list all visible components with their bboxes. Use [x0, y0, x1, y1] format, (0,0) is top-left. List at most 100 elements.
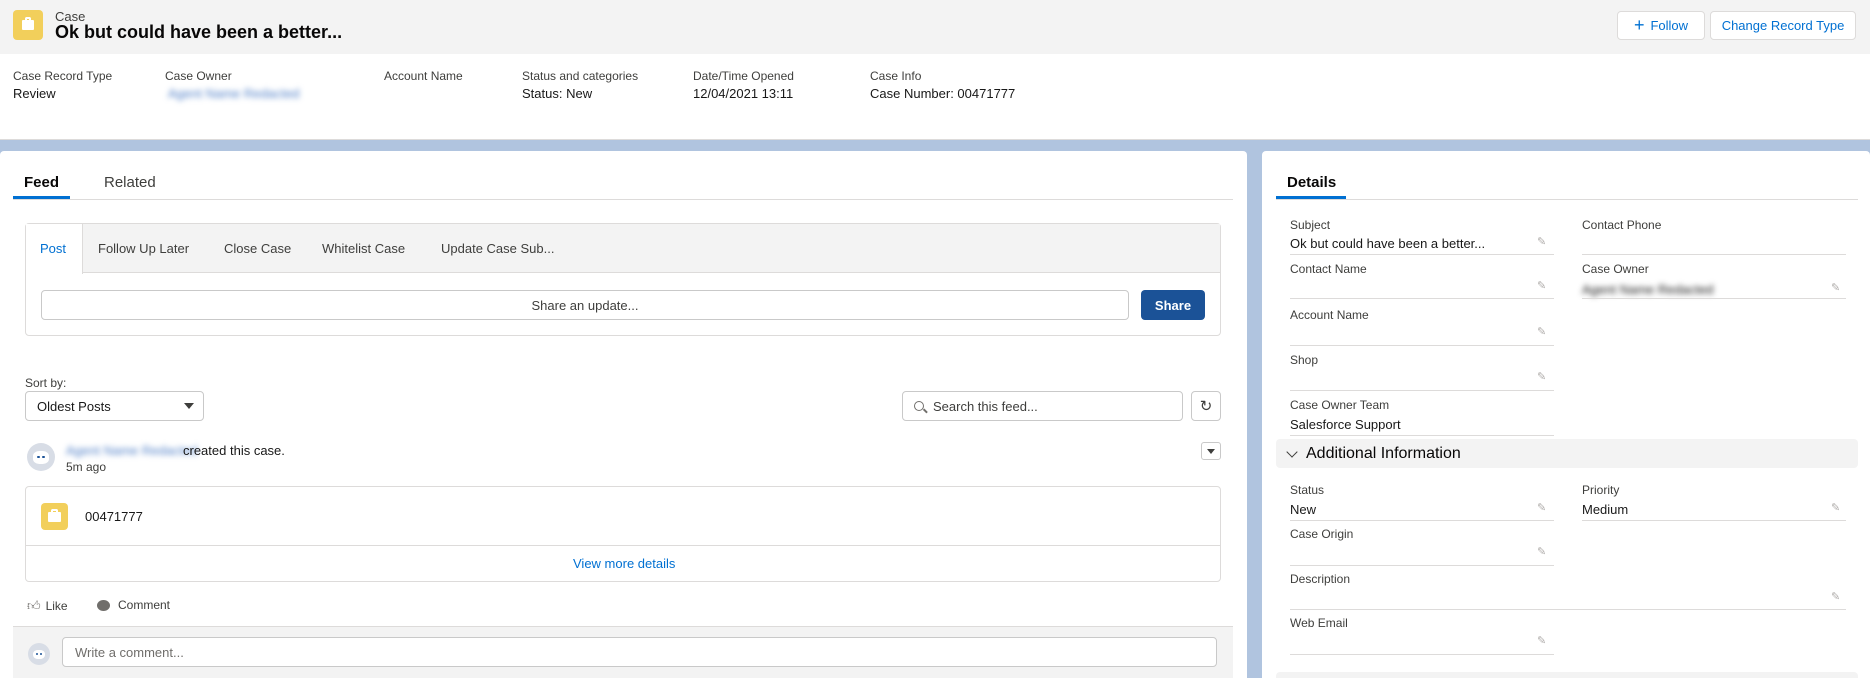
pencil-icon[interactable]: ✎ [1831, 503, 1842, 514]
highlight-value-date-opened: 12/04/2021 13:11 [693, 86, 794, 101]
field-label-web-email: Web Email [1290, 616, 1348, 630]
sort-label: Sort by: [25, 376, 67, 390]
field-label-shop: Shop [1290, 353, 1319, 367]
field-divider [1290, 390, 1554, 391]
field-label-contact-name: Contact Name [1290, 262, 1367, 276]
pencil-icon[interactable]: ✎ [1537, 636, 1548, 647]
card-divider [26, 545, 1220, 546]
post-action-text: created this case. [183, 443, 285, 458]
highlight-label-record-type: Case Record Type [13, 69, 113, 83]
field-divider [1582, 254, 1846, 255]
pencil-icon[interactable]: ✎ [1831, 592, 1842, 603]
sort-select[interactable]: Oldest Posts [25, 391, 204, 421]
like-button[interactable]: 👍︎ Like [27, 598, 68, 614]
field-label-case-owner: Case Owner [1582, 262, 1649, 276]
share-button[interactable]: Share [1141, 290, 1205, 320]
comment-input[interactable]: Write a comment... [62, 637, 1217, 667]
pencil-icon[interactable]: ✎ [1537, 327, 1548, 338]
highlight-label-account-name: Account Name [384, 69, 463, 83]
search-icon [914, 401, 924, 411]
like-icon: 👍︎ [27, 598, 41, 613]
field-divider [1290, 345, 1554, 346]
field-divider [1290, 609, 1846, 610]
field-value-subject: Ok but could have been a better... [1290, 236, 1486, 251]
case-icon [41, 503, 68, 530]
follow-label: Follow [1650, 18, 1689, 33]
field-divider [1290, 254, 1554, 255]
search-feed-placeholder: Search this feed... [933, 398, 1038, 414]
field-label-case-origin: Case Origin [1290, 527, 1354, 541]
post-author-link[interactable]: Agent Name Redacted [66, 443, 198, 458]
post-actions-menu[interactable] [1201, 442, 1221, 460]
field-divider [1582, 298, 1846, 299]
field-value-case-owner[interactable]: Agent Name Redacted [1582, 282, 1714, 297]
pencil-icon[interactable]: ✎ [1831, 283, 1842, 294]
highlight-value-record-type: Review [13, 86, 56, 101]
publisher-tab-close-case[interactable]: Close Case [224, 241, 291, 256]
section-title: Additional Information [1306, 444, 1461, 462]
field-value-status: New [1290, 502, 1317, 517]
comment-label: Comment [118, 598, 171, 612]
field-divider [1290, 520, 1554, 521]
comment-icon [97, 599, 110, 611]
publisher-tab-post[interactable]: Post [40, 241, 66, 256]
post-timestamp[interactable]: 5m ago [66, 460, 106, 474]
field-label-priority: Priority [1582, 483, 1620, 497]
field-divider [1290, 435, 1554, 436]
section-additional-information[interactable]: Additional Information [1276, 439, 1858, 468]
highlight-label-case-owner: Case Owner [165, 69, 232, 83]
field-divider [1290, 298, 1554, 299]
search-feed-input[interactable]: Search this feed... [902, 391, 1183, 421]
sort-value: Oldest Posts [37, 398, 111, 414]
case-icon [13, 10, 43, 40]
highlight-value-status: Status: New [522, 86, 593, 101]
change-record-type-button[interactable]: Change Record Type [1710, 11, 1856, 40]
field-label-account-name: Account Name [1290, 308, 1369, 322]
field-label-status: Status [1290, 483, 1325, 497]
next-section-edge [1276, 672, 1858, 678]
publisher-tab-follow-up[interactable]: Follow Up Later [98, 241, 189, 256]
details-tabs-divider [1276, 199, 1858, 200]
field-label-description: Description [1290, 572, 1351, 586]
refresh-button[interactable]: ↻ [1191, 391, 1221, 421]
highlight-label-status: Status and categories [522, 69, 639, 83]
chevron-down-icon [1286, 446, 1298, 458]
pencil-icon[interactable]: ✎ [1537, 372, 1548, 383]
tab-related[interactable]: Related [104, 174, 156, 191]
field-divider [1290, 654, 1554, 655]
field-label-contact-phone: Contact Phone [1582, 218, 1662, 232]
comment-button[interactable]: Comment [97, 598, 170, 612]
pencil-icon[interactable]: ✎ [1537, 503, 1548, 514]
highlight-label-case-info: Case Info [870, 69, 922, 83]
highlight-value-case-owner[interactable]: Agent Name Redacted [168, 86, 300, 101]
highlight-value-case-info: Case Number: 00471777 [870, 86, 1016, 101]
follow-button[interactable]: + Follow [1617, 11, 1705, 40]
refresh-icon: ↻ [1199, 398, 1213, 415]
highlight-label-date-opened: Date/Time Opened [693, 69, 794, 83]
publisher-tabs [26, 224, 1220, 273]
plus-icon: + [1633, 15, 1645, 35]
tabs-divider [13, 199, 1233, 200]
tab-feed[interactable]: Feed [24, 174, 59, 191]
field-label-subject: Subject [1290, 218, 1331, 232]
publisher-tab-whitelist[interactable]: Whitelist Case [322, 241, 405, 256]
tab-details[interactable]: Details [1287, 174, 1336, 191]
field-value-priority: Medium [1582, 502, 1629, 517]
pencil-icon[interactable]: ✎ [1537, 237, 1548, 248]
pencil-icon[interactable]: ✎ [1537, 281, 1548, 292]
field-value-case-owner-team: Salesforce Support [1290, 417, 1401, 432]
view-more-details-link[interactable]: View more details [573, 556, 675, 571]
details-panel [1262, 151, 1870, 678]
avatar[interactable] [27, 443, 55, 471]
pencil-icon[interactable]: ✎ [1537, 547, 1548, 558]
field-divider [1290, 565, 1554, 566]
like-label: Like [45, 599, 68, 613]
avatar [28, 643, 50, 665]
record-title: Ok but could have been a better... [55, 22, 343, 42]
chevron-down-icon [184, 403, 194, 409]
share-update-input[interactable]: Share an update... [41, 290, 1129, 320]
field-divider [1582, 520, 1846, 521]
publisher-tab-update-case[interactable]: Update Case Sub... [441, 241, 554, 256]
case-card-number[interactable]: 00471777 [85, 509, 143, 524]
chevron-down-icon [1207, 449, 1215, 454]
